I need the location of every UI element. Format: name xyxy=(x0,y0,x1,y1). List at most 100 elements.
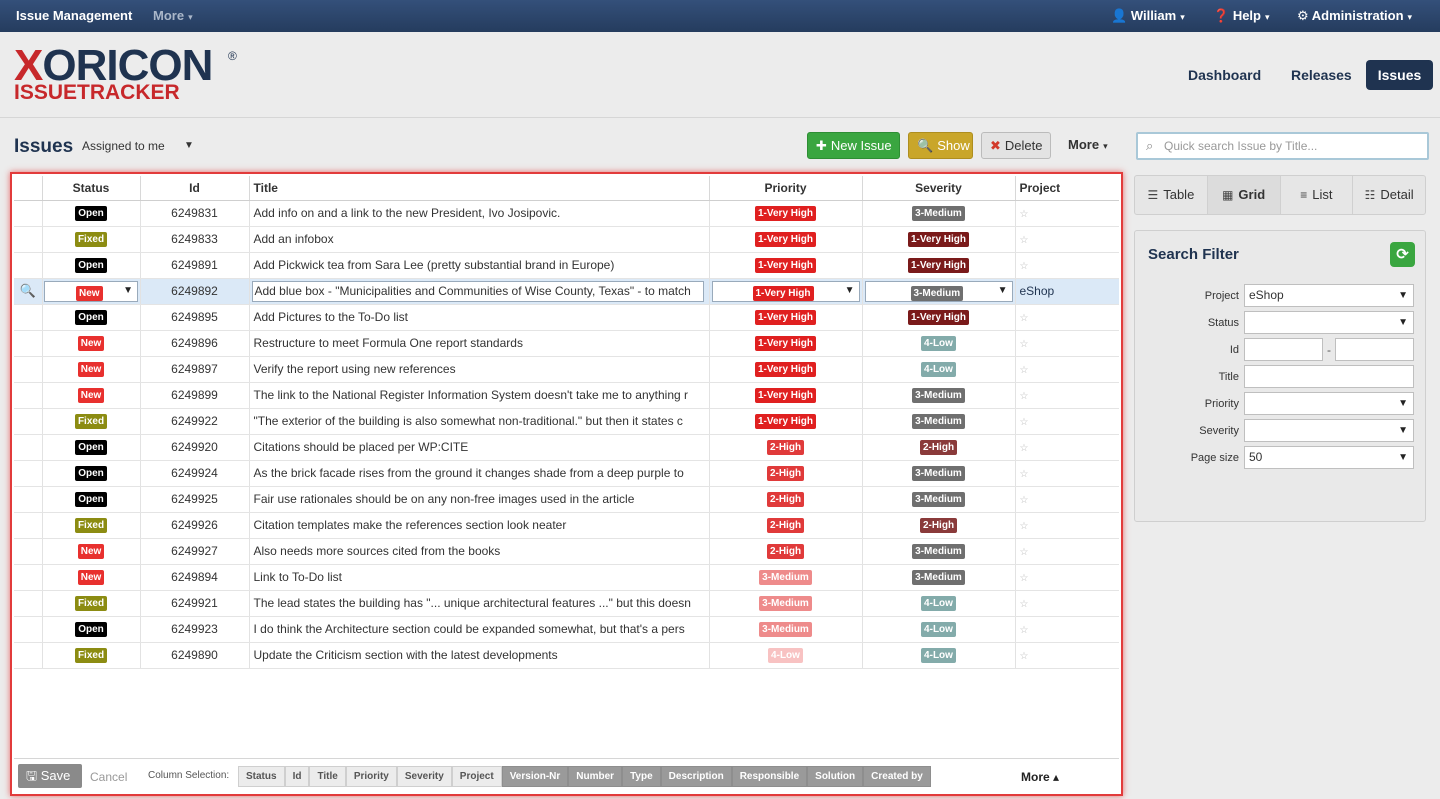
col-header-priority[interactable]: Priority xyxy=(709,176,863,201)
col-header-status[interactable]: Status xyxy=(42,176,141,201)
title-cell[interactable]: Add Pictures to the To-Do list xyxy=(249,304,710,331)
star-icon[interactable]: ☆ xyxy=(1020,339,1029,350)
row-selector[interactable] xyxy=(14,460,43,487)
star-icon[interactable]: ☆ xyxy=(1020,443,1029,454)
filter-title-input[interactable] xyxy=(1244,365,1414,388)
table-row[interactable]: New 6249894 Link to To-Do list 3-Medium 3-Me… xyxy=(14,564,1119,591)
filter-priority-select[interactable]: ▼ xyxy=(1244,392,1414,415)
title-cell[interactable]: Verify the report using new references xyxy=(249,356,710,383)
nav-issues[interactable]: Issues xyxy=(1366,60,1433,90)
row-selector[interactable] xyxy=(14,382,43,409)
table-row[interactable]: Open 6249831 Add info on and a link to the… xyxy=(14,200,1119,227)
row-selector[interactable] xyxy=(14,408,43,435)
table-row[interactable]: Open 6249925 Fair use rationales should be… xyxy=(14,486,1119,513)
column-toggle-severity[interactable]: Severity xyxy=(396,766,452,787)
project-cell[interactable]: ☆ xyxy=(1015,200,1119,227)
toolbar-more-menu[interactable]: More ▾ xyxy=(1060,132,1116,159)
row-selector[interactable] xyxy=(14,226,43,253)
view-list-tab[interactable]: ≡ List xyxy=(1281,176,1354,214)
col-header-project[interactable]: Project xyxy=(1015,176,1119,201)
project-cell[interactable]: ☆ xyxy=(1015,252,1119,279)
save-button[interactable]: 🖫 Save xyxy=(18,764,82,788)
star-icon[interactable]: ☆ xyxy=(1020,651,1029,662)
title-cell[interactable]: Link to To-Do list xyxy=(249,564,710,591)
table-row[interactable]: 🔍 New ▼ 6249892 Add blue box - "Municipaliti… xyxy=(14,278,1119,305)
table-row[interactable]: New 6249899 The link to the National Regis… xyxy=(14,382,1119,409)
priority-dropdown[interactable]: 1-Very High ▼ xyxy=(711,280,860,302)
star-icon[interactable]: ☆ xyxy=(1020,235,1029,246)
project-cell[interactable]: ☆ xyxy=(1015,304,1119,331)
table-row[interactable]: Fixed 6249926 Citation templates make the … xyxy=(14,512,1119,539)
row-selector[interactable] xyxy=(14,304,43,331)
row-selector[interactable] xyxy=(14,434,43,461)
show-button[interactable]: 🔍 Show xyxy=(908,132,973,159)
star-icon[interactable]: ☆ xyxy=(1020,521,1029,532)
project-cell[interactable]: ☆ xyxy=(1015,356,1119,383)
star-icon[interactable]: ☆ xyxy=(1020,599,1029,610)
col-header-title[interactable]: Title xyxy=(249,176,710,201)
user-menu[interactable]: 👤 William ▾ xyxy=(1111,0,1185,32)
star-icon[interactable]: ☆ xyxy=(1020,313,1029,324)
filter-id-to-input[interactable] xyxy=(1335,338,1414,361)
row-selector[interactable] xyxy=(14,616,43,643)
title-cell[interactable]: Citation templates make the references s… xyxy=(249,512,710,539)
star-icon[interactable]: ☆ xyxy=(1020,365,1029,376)
project-cell[interactable]: ☆ xyxy=(1015,538,1119,565)
view-grid-tab[interactable]: ▦ Grid xyxy=(1207,176,1281,214)
table-row[interactable]: Fixed 6249921 The lead states the building… xyxy=(14,590,1119,617)
magnifier-icon[interactable]: 🔍 xyxy=(20,283,36,298)
column-toggle-version-nr[interactable]: Version-Nr xyxy=(501,766,569,787)
chevron-down-icon[interactable]: ▼ xyxy=(184,140,194,151)
row-selector[interactable] xyxy=(14,512,43,539)
footer-more-button[interactable]: More ▴ xyxy=(1021,770,1059,784)
nav-releases[interactable]: Releases xyxy=(1291,60,1352,90)
column-toggle-project[interactable]: Project xyxy=(451,766,502,787)
column-toggle-description[interactable]: Description xyxy=(660,766,732,787)
title-cell[interactable]: Add an infobox xyxy=(249,226,710,253)
column-toggle-responsible[interactable]: Responsible xyxy=(731,766,808,787)
column-toggle-id[interactable]: Id xyxy=(284,766,310,787)
table-row[interactable]: Open 6249920 Citations should be placed pe… xyxy=(14,434,1119,461)
title-cell[interactable]: As the brick facade rises from the groun… xyxy=(249,460,710,487)
table-row[interactable]: Fixed 6249922 "The exterior of the buildin… xyxy=(14,408,1119,435)
table-row[interactable]: New 6249897 Verify the report using new re… xyxy=(14,356,1119,383)
filter-status-select[interactable]: ▼ xyxy=(1244,311,1414,334)
star-icon[interactable]: ☆ xyxy=(1020,417,1029,428)
title-cell[interactable]: Add Pickwick tea from Sara Lee (pretty s… xyxy=(249,252,710,279)
project-cell[interactable]: ☆ xyxy=(1015,590,1119,617)
project-cell[interactable]: ☆ xyxy=(1015,226,1119,253)
table-row[interactable]: Open 6249924 As the brick facade rises fro… xyxy=(14,460,1119,487)
star-icon[interactable]: ☆ xyxy=(1020,625,1029,636)
row-selector[interactable]: 🔍 xyxy=(14,278,43,305)
row-selector[interactable] xyxy=(14,642,43,669)
status-dropdown[interactable]: New ▼ xyxy=(44,280,138,302)
column-toggle-priority[interactable]: Priority xyxy=(345,766,397,787)
title-cell[interactable]: The link to the National Register Inform… xyxy=(249,382,710,409)
table-row[interactable]: Open 6249923 I do think the Architecture s… xyxy=(14,616,1119,643)
row-selector[interactable] xyxy=(14,330,43,357)
title-cell[interactable]: "The exterior of the building is also so… xyxy=(249,408,710,435)
column-toggle-solution[interactable]: Solution xyxy=(807,766,864,787)
project-cell[interactable]: ☆ xyxy=(1015,382,1119,409)
view-table-tab[interactable]: ☰ Table xyxy=(1135,176,1208,214)
view-detail-tab[interactable]: ☷ Detail xyxy=(1353,176,1425,214)
nav-dashboard[interactable]: Dashboard xyxy=(1188,60,1261,90)
assigned-filter-select[interactable]: Assigned to me xyxy=(82,139,165,153)
row-selector[interactable] xyxy=(14,252,43,279)
filter-project-select[interactable]: eShop ▼ xyxy=(1244,284,1414,307)
title-cell[interactable]: Citations should be placed per WP:CITE xyxy=(249,434,710,461)
project-cell[interactable]: ☆ xyxy=(1015,486,1119,513)
table-row[interactable]: New 6249927 Also needs more sources cited … xyxy=(14,538,1119,565)
table-row[interactable]: Fixed 6249890 Update the Criticism section… xyxy=(14,642,1119,669)
row-selector[interactable] xyxy=(14,538,43,565)
project-cell[interactable]: ☆ xyxy=(1015,564,1119,591)
star-icon[interactable]: ☆ xyxy=(1020,547,1029,558)
column-toggle-type[interactable]: Type xyxy=(622,766,661,787)
column-toggle-number[interactable]: Number xyxy=(568,766,623,787)
star-icon[interactable]: ☆ xyxy=(1020,495,1029,506)
app-menu-issue-management[interactable]: Issue Management xyxy=(16,0,132,32)
xoricon-logo[interactable]: XORICON ISSUETRACKER ® xyxy=(14,44,237,104)
star-icon[interactable]: ☆ xyxy=(1020,391,1029,402)
column-toggle-created-by[interactable]: Created by xyxy=(863,766,931,787)
project-cell[interactable]: ☆ xyxy=(1015,434,1119,461)
